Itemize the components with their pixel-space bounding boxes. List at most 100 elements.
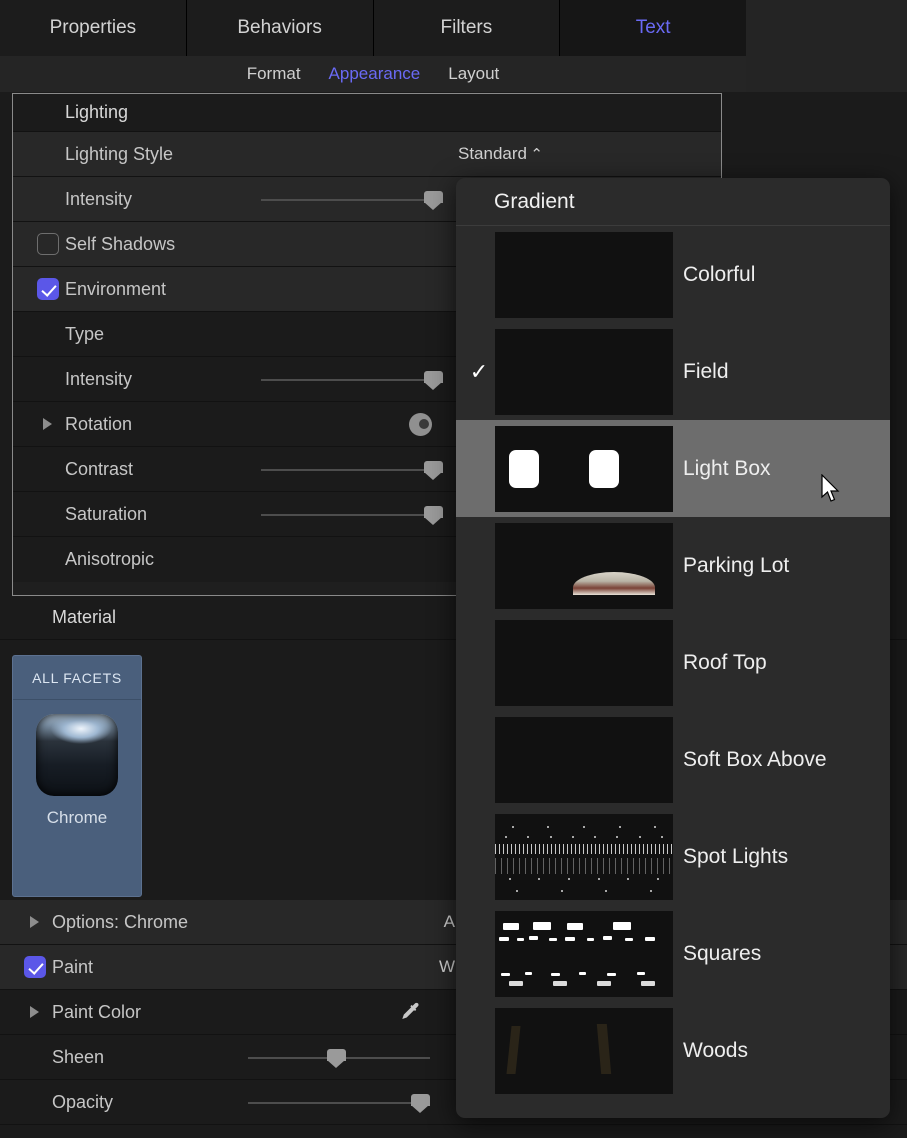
menu-item-soft-box-above[interactable]: Soft Box Above	[456, 711, 890, 808]
colorful-thumbnail	[495, 232, 673, 318]
lighting-intensity-slider[interactable]	[261, 188, 443, 210]
menu-item-spot-lights[interactable]: Spot Lights	[456, 808, 890, 905]
menu-item-light-box-label: Light Box	[683, 457, 771, 481]
subtab-appearance[interactable]: Appearance	[329, 64, 421, 84]
light-box-thumbnail	[495, 426, 673, 512]
lighting-style-value[interactable]: Standard	[458, 144, 527, 164]
woods-thumbnail	[495, 1008, 673, 1094]
slider-knob[interactable]	[424, 506, 443, 525]
opacity-label: Opacity	[52, 1092, 113, 1113]
slider-knob[interactable]	[411, 1094, 430, 1113]
menu-item-colorful-label: Colorful	[683, 263, 755, 287]
lighting-header-label: Lighting	[65, 102, 128, 123]
squares-thumbnail	[495, 911, 673, 997]
sheen-slider[interactable]	[248, 1046, 430, 1068]
parking-lot-thumbnail	[495, 523, 673, 609]
menu-item-field-label: Field	[683, 360, 729, 384]
menu-item-spot-lights-label: Spot Lights	[683, 845, 788, 869]
self-shadows-checkbox[interactable]	[37, 233, 59, 255]
spot-light-band	[495, 844, 673, 854]
menu-item-colorful[interactable]: Colorful	[456, 226, 890, 323]
menu-item-soft-box-above-label: Soft Box Above	[683, 748, 827, 772]
mouse-cursor	[820, 474, 840, 504]
roof-top-thumbnail	[495, 620, 673, 706]
material-header-label: Material	[52, 607, 116, 628]
tab-text-label: Text	[636, 17, 671, 39]
spot-dot-row	[495, 878, 673, 880]
opacity-slider[interactable]	[248, 1091, 430, 1113]
tab-behaviors[interactable]: Behaviors	[187, 0, 374, 56]
options-chrome-label: Options: Chrome	[52, 912, 188, 933]
slider-track	[261, 469, 443, 471]
gradient-popup-title: Gradient	[456, 178, 890, 226]
soft-box-above-thumbnail	[495, 717, 673, 803]
light-box-square	[589, 450, 619, 488]
tab-filters-label: Filters	[441, 17, 493, 39]
disclosure-triangle-icon[interactable]	[30, 916, 39, 928]
spot-light-band	[495, 858, 673, 874]
all-facets-header: ALL FACETS	[13, 656, 141, 700]
slider-knob[interactable]	[424, 191, 443, 210]
disclosure-triangle-icon[interactable]	[30, 1006, 39, 1018]
tab-filters[interactable]: Filters	[374, 0, 561, 56]
sheen-label: Sheen	[52, 1047, 104, 1068]
paint-color-label: Paint Color	[52, 1002, 141, 1023]
environment-label: Environment	[65, 279, 166, 300]
lighting-section-header: Lighting	[13, 94, 721, 132]
slider-track	[261, 199, 443, 201]
row-lighting-style[interactable]: Lighting Style Standard ⌃	[13, 132, 721, 177]
paint-label: Paint	[52, 957, 93, 978]
lighting-style-label: Lighting Style	[65, 144, 173, 165]
menu-item-woods-label: Woods	[683, 1039, 748, 1063]
all-facets-box[interactable]: ALL FACETS Chrome	[12, 655, 142, 897]
menu-item-parking-lot-label: Parking Lot	[683, 554, 789, 578]
options-chrome-value: A	[444, 912, 455, 932]
menu-item-squares[interactable]: Squares	[456, 905, 890, 1002]
slider-knob[interactable]	[327, 1049, 346, 1068]
slider-knob[interactable]	[424, 371, 443, 390]
spot-lights-thumbnail	[495, 814, 673, 900]
menu-item-roof-top-label: Roof Top	[683, 651, 767, 675]
slider-track	[261, 379, 443, 381]
tab-properties-label: Properties	[50, 17, 137, 39]
menu-item-woods[interactable]: Woods	[456, 1002, 890, 1099]
subtab-format[interactable]: Format	[247, 64, 301, 84]
parking-lot-curb	[573, 572, 655, 594]
environment-intensity-slider[interactable]	[261, 368, 443, 390]
subtab-layout[interactable]: Layout	[448, 64, 499, 84]
chrome-material-label: Chrome	[13, 808, 141, 828]
self-shadows-label: Self Shadows	[65, 234, 175, 255]
paint-checkbox[interactable]	[24, 956, 46, 978]
spot-dot-row	[495, 836, 673, 838]
environment-contrast-slider[interactable]	[261, 458, 443, 480]
chrome-material-thumbnail[interactable]	[36, 714, 118, 796]
menu-item-squares-label: Squares	[683, 942, 761, 966]
rotation-dial[interactable]	[409, 413, 432, 436]
sub-tab-bar: Format Appearance Layout	[0, 56, 746, 92]
menu-item-parking-lot[interactable]: Parking Lot	[456, 517, 890, 614]
environment-checkbox[interactable]	[37, 278, 59, 300]
slider-track	[261, 514, 443, 516]
menu-item-field[interactable]: ✓ Field	[456, 323, 890, 420]
environment-type-label: Type	[65, 324, 104, 345]
tab-text[interactable]: Text	[560, 0, 746, 56]
environment-contrast-label: Contrast	[65, 459, 133, 480]
tab-behaviors-label: Behaviors	[237, 17, 322, 39]
field-thumbnail	[495, 329, 673, 415]
tree-trunk	[597, 1024, 611, 1074]
environment-saturation-slider[interactable]	[261, 503, 443, 525]
environment-saturation-label: Saturation	[65, 504, 147, 525]
paint-value: W	[439, 957, 455, 977]
eyedropper-icon[interactable]	[398, 1000, 422, 1024]
lighting-intensity-label: Intensity	[65, 189, 132, 210]
environment-rotation-label: Rotation	[65, 414, 132, 435]
slider-knob[interactable]	[424, 461, 443, 480]
gradient-popup-menu: Gradient Colorful ✓ Field Light Box Park…	[456, 178, 890, 1118]
header-right-filler	[746, 0, 907, 92]
tab-properties[interactable]: Properties	[0, 0, 187, 56]
menu-item-roof-top[interactable]: Roof Top	[456, 614, 890, 711]
disclosure-triangle-icon[interactable]	[43, 418, 52, 430]
light-box-square	[509, 450, 539, 488]
chevron-up-icon[interactable]: ⌃	[530, 145, 543, 163]
spot-dot-row	[495, 890, 673, 892]
